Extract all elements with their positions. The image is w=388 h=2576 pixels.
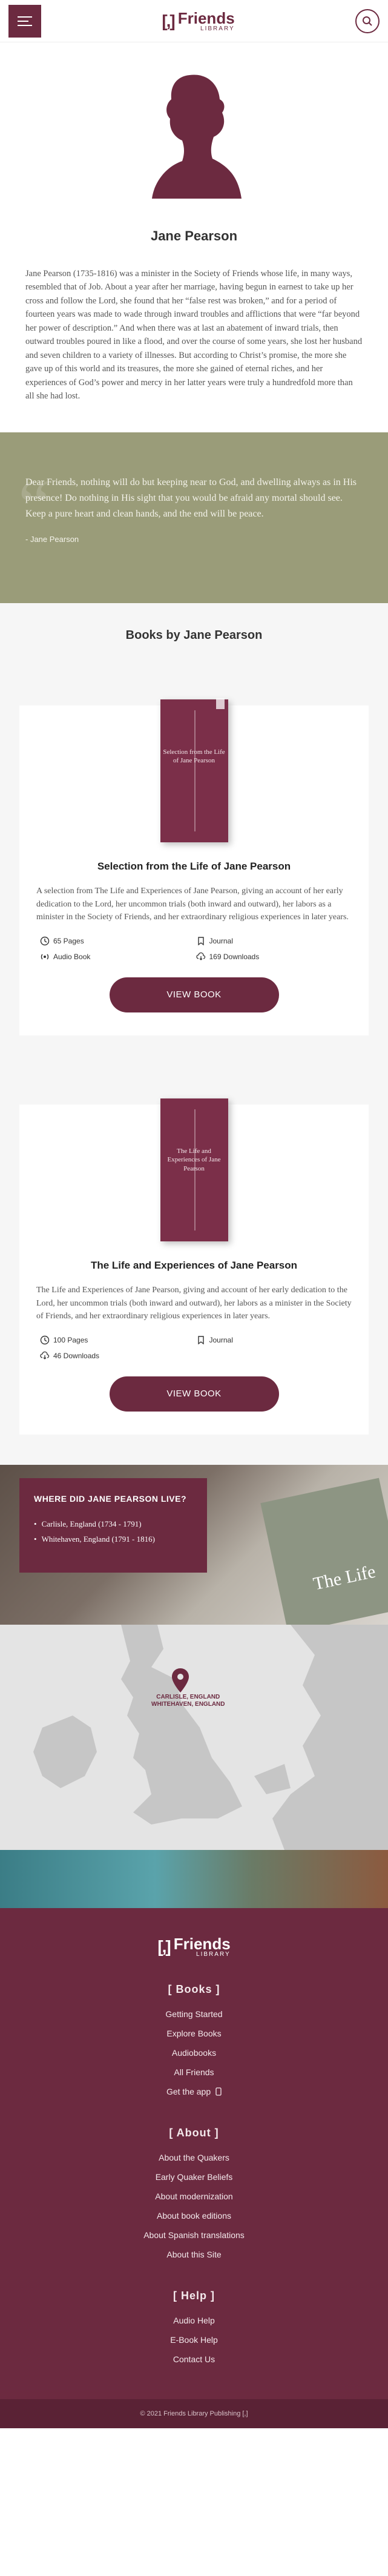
map-pin-icon[interactable]: [172, 1668, 189, 1693]
book-downloads: 46 Downloads: [53, 1351, 100, 1360]
map-label: CARLISLE, ENGLAND WHITEHAVEN, ENGLAND: [151, 1694, 225, 1708]
where-lived-section: The Life WHERE DID JANE PEARSON LIVE? Ca…: [0, 1464, 388, 1625]
author-hero: Jane Pearson Jane Pearson (1735-1816) wa…: [0, 42, 388, 432]
author-quote: “ Dear Friends, nothing will do but keep…: [0, 432, 388, 603]
book-cover-title: Selection from the Life of Jane Pearson: [163, 748, 225, 765]
book-type: Journal: [209, 936, 233, 945]
book-cover[interactable]: The Life and Experiences of Jane Pearson: [160, 1098, 228, 1241]
author-silhouette-image: [151, 74, 242, 199]
book-meta: 65 Pages Journal Audio Book 169 Download…: [36, 924, 352, 977]
menu-button[interactable]: [8, 4, 41, 38]
residence-map[interactable]: CARLISLE, ENGLAND WHITEHAVEN, ENGLAND: [0, 1624, 388, 1850]
residence-item: Whitehaven, England (1791 - 1816): [34, 1532, 192, 1547]
logo-mark: [,]: [157, 1937, 171, 1956]
book-card: Selection from the Life of Jane Pearson …: [19, 698, 369, 1035]
audio-icon: [41, 954, 49, 960]
footer-link-ebook-help[interactable]: E-Book Help: [0, 2330, 388, 2350]
where-lived-box: WHERE DID JANE PEARSON LIVE? Carlisle, E…: [19, 1478, 207, 1573]
book-pages: 65 Pages: [53, 936, 84, 945]
logo-name: Friends: [177, 8, 235, 27]
phone-icon: [215, 2087, 222, 2096]
logo-subtitle: LIBRARY: [196, 1950, 231, 1958]
book-cover-title: The Life and Experiences of Jane Pearson: [167, 1147, 221, 1172]
map-label-carlisle: CARLISLE, ENGLAND: [156, 1693, 220, 1700]
logo-name: Friends: [173, 1934, 231, 1953]
books-section-title: Books by Jane Pearson: [125, 628, 263, 642]
quote-text: Dear Friends, nothing will do but keepin…: [25, 477, 357, 520]
footer-logo[interactable]: [,] Friends LIBRARY: [0, 1936, 388, 1958]
clock-icon: [40, 1335, 50, 1345]
get-app-label: Get the app: [166, 2086, 211, 2096]
footer-link-about-site[interactable]: About this Site: [0, 2245, 388, 2264]
footer-link-contact[interactable]: Contact Us: [0, 2350, 388, 2369]
book-card: The Life and Experiences of Jane Pearson…: [19, 1098, 369, 1435]
footer-link-audiobooks[interactable]: Audiobooks: [0, 2043, 388, 2062]
bookmark-icon: [197, 937, 204, 946]
view-book-button[interactable]: VIEW BOOK: [109, 1376, 279, 1412]
footer-link-early-beliefs[interactable]: Early Quaker Beliefs: [0, 2167, 388, 2187]
footer-link-getting-started[interactable]: Getting Started: [0, 2004, 388, 2024]
book-cover[interactable]: Selection from the Life of Jane Pearson: [160, 698, 228, 842]
books-section: Books by Jane Pearson Selection from the…: [0, 603, 388, 1465]
footer-link-audio-help[interactable]: Audio Help: [0, 2311, 388, 2330]
map-image: [0, 1624, 388, 1850]
decorative-books-strip: [0, 1849, 388, 1908]
footer-link-spanish-translations[interactable]: About Spanish translations: [0, 2225, 388, 2245]
footer-books-heading: [ Books ]: [168, 1983, 220, 1995]
book-audio: Audio Book: [53, 952, 91, 961]
footer-link-modernization[interactable]: About modernization: [0, 2187, 388, 2206]
footer-link-get-app[interactable]: Get the app: [0, 2082, 388, 2101]
author-bio: Jane Pearson (1735-1816) was a minister …: [25, 269, 363, 401]
site-header: [,] Friends LIBRARY: [0, 0, 388, 42]
book-meta: 100 Pages Journal 46 Downloads: [36, 1323, 352, 1376]
view-book-button[interactable]: VIEW BOOK: [109, 977, 279, 1012]
where-lived-title: WHERE DID JANE PEARSON LIVE?: [34, 1493, 187, 1504]
book-title: The Life and Experiences of Jane Pearson: [90, 1259, 298, 1271]
site-footer: [,] Friends LIBRARY [ Books ] Getting St…: [0, 1907, 388, 2399]
bookmark-flag-icon: [215, 698, 225, 709]
footer-link-all-friends[interactable]: All Friends: [0, 2062, 388, 2082]
book-type: Journal: [209, 1335, 233, 1344]
search-button[interactable]: [355, 8, 380, 33]
logo-subtitle: LIBRARY: [200, 25, 235, 32]
footer-link-explore-books[interactable]: Explore Books: [0, 2024, 388, 2043]
book-description: The Life and Experiences of Jane Pearson…: [36, 1285, 352, 1321]
where-lived-list: Carlisle, England (1734 - 1791) Whitehav…: [34, 1517, 192, 1547]
bookmark-icon: [197, 1336, 204, 1345]
clock-icon: [40, 936, 50, 946]
book-pages: 100 Pages: [53, 1335, 88, 1344]
logo-mark: [,]: [162, 11, 175, 30]
footer-about-heading: [ About ]: [169, 2126, 219, 2139]
author-name: Jane Pearson: [150, 228, 238, 243]
copyright: © 2021 Friends Library Publishing [,]: [0, 2399, 388, 2428]
site-logo[interactable]: [,] Friends LIBRARY: [162, 10, 234, 32]
book-title: Selection from the Life of Jane Pearson: [97, 860, 291, 872]
search-icon: [362, 16, 372, 26]
book-description: A selection from The Life and Experience…: [36, 886, 349, 922]
download-cloud-icon: [196, 952, 205, 960]
book-downloads: 169 Downloads: [209, 952, 260, 961]
footer-link-book-editions[interactable]: About book editions: [0, 2206, 388, 2225]
download-cloud-icon: [40, 1351, 50, 1359]
footer-link-about-quakers[interactable]: About the Quakers: [0, 2148, 388, 2167]
footer-help-heading: [ Help ]: [173, 2289, 215, 2302]
background-book-image: [260, 1478, 388, 1625]
map-label-whitehaven: WHITEHAVEN, ENGLAND: [151, 1700, 225, 1708]
quote-citation: - Jane Pearson: [25, 534, 79, 544]
residence-item: Carlisle, England (1734 - 1791): [34, 1517, 192, 1532]
